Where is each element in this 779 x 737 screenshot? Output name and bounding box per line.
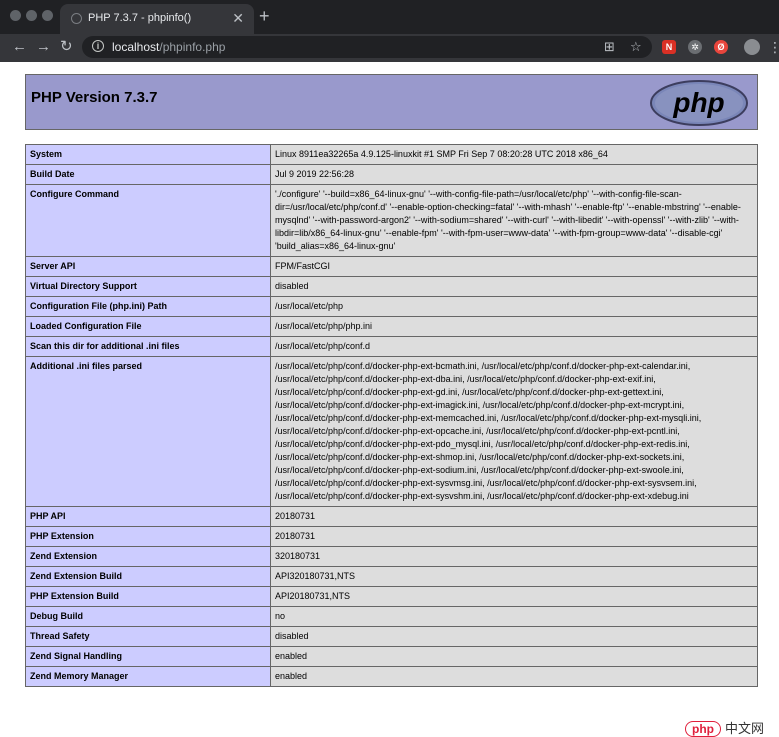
row-value: './configure' '--build=x86_64-linux-gnu'…: [270, 184, 758, 257]
table-row: Zend Signal Handling enabled: [25, 646, 758, 667]
table-row: Additional .ini files parsed/usr/local/e…: [25, 356, 758, 507]
row-value: API320180731,NTS: [270, 566, 758, 587]
table-row: PHP API 20180731: [25, 506, 758, 527]
back-arrow-icon[interactable]: ←: [12, 38, 27, 56]
row-key: Debug Build: [25, 606, 271, 627]
translate-icon[interactable]: ⊞: [604, 39, 615, 55]
logo-text: php: [672, 87, 724, 118]
row-key: PHP Extension Build: [25, 586, 271, 607]
browser-toolbar: ← → ↻ i localhost/phpinfo.php ⊞ ☆ N ✲ Ø …: [0, 34, 779, 62]
new-tab-button[interactable]: +: [259, 6, 270, 27]
kebab-menu-icon[interactable]: ⋮: [768, 39, 779, 55]
tab-close-icon[interactable]: ✕: [232, 10, 244, 27]
browser-tab[interactable]: PHP 7.3.7 - phpinfo() ✕: [60, 4, 254, 34]
row-key: Server API: [25, 256, 271, 277]
row-value: /usr/local/etc/php: [270, 296, 758, 317]
row-value: /usr/local/etc/php/php.ini: [270, 316, 758, 337]
table-row: Configure Command './configure' '--build=…: [25, 184, 758, 257]
row-key: Virtual Directory Support: [25, 276, 271, 297]
extension-icon-circle[interactable]: Ø: [714, 40, 728, 54]
row-value: API20180731,NTS: [270, 586, 758, 607]
table-row: Thread Safety disabled: [25, 626, 758, 647]
row-key: Scan this dir for additional .ini files: [25, 336, 271, 357]
page-title: PHP Version 7.3.7: [31, 89, 158, 106]
row-value: /usr/local/etc/php/conf.d: [270, 336, 758, 357]
row-value: Jul 9 2019 22:56:28: [270, 164, 758, 185]
row-value: Linux 8911ea32265a 4.9.125-linuxkit #1 S…: [270, 144, 758, 165]
row-key: Zend Extension: [25, 546, 271, 567]
tab-title: PHP 7.3.7 - phpinfo(): [88, 12, 192, 24]
row-key: Zend Extension Build: [25, 566, 271, 587]
row-value: 20180731: [270, 506, 758, 527]
row-key: System: [25, 144, 271, 165]
row-value: enabled: [270, 666, 758, 687]
reload-icon[interactable]: ↻: [60, 38, 73, 56]
phpinfo-page: PHP Version 7.3.7 php System Linux 8911ea…: [0, 62, 779, 737]
window-zoom-dot[interactable]: [42, 10, 53, 21]
table-row: Scan this dir for additional .ini files /…: [25, 336, 758, 357]
table-row: Zend Extension 320180731: [25, 546, 758, 567]
row-key: Zend Memory Manager: [25, 666, 271, 687]
row-value: no: [270, 606, 758, 627]
row-value: 320180731: [270, 546, 758, 567]
row-key: PHP API: [25, 506, 271, 527]
row-value: disabled: [270, 626, 758, 647]
row-value: 20180731: [270, 526, 758, 547]
url-host: localhost: [112, 40, 160, 54]
row-key: Configure Command: [25, 184, 271, 257]
table-row: System Linux 8911ea32265a 4.9.125-linuxki…: [25, 144, 758, 165]
row-value: enabled: [270, 646, 758, 667]
row-value: disabled: [270, 276, 758, 297]
watermark-text: 中文网: [725, 721, 765, 736]
php-logo-icon[interactable]: php: [649, 79, 749, 127]
address-bar[interactable]: i localhost/phpinfo.php ⊞ ☆: [82, 36, 652, 58]
window-minimize-dot[interactable]: [26, 10, 37, 21]
table-row: Loaded Configuration File/usr/local/etc/…: [25, 316, 758, 337]
table-row: Zend Extension Build API320180731,NTS: [25, 566, 758, 587]
row-value: /usr/local/etc/php/conf.d/docker-php-ext…: [270, 356, 758, 507]
url-text[interactable]: localhost/phpinfo.php: [112, 40, 225, 54]
window-close-dot[interactable]: [10, 10, 21, 21]
extension-gear-icon[interactable]: ✲: [688, 40, 702, 54]
row-key: Zend Signal Handling: [25, 646, 271, 667]
table-row: Configuration File (php.ini) Path/usr/lo…: [25, 296, 758, 317]
table-row: PHP Extension Build API20180731,NTS: [25, 586, 758, 607]
row-key: Configuration File (php.ini) Path: [25, 296, 271, 317]
table-row: Server API FPM/FastCGI: [25, 256, 758, 277]
browser-tab-bar: PHP 7.3.7 - phpinfo() ✕ +: [0, 0, 779, 34]
row-key: Build Date: [25, 164, 271, 185]
table-row: Zend Memory Manager enabled: [25, 666, 758, 687]
table-row: Debug Build no: [25, 606, 758, 627]
globe-icon: [71, 13, 82, 24]
site-info-icon[interactable]: i: [92, 40, 104, 52]
profile-avatar[interactable]: [744, 39, 760, 55]
row-key: Additional .ini files parsed: [25, 356, 271, 507]
watermark-badge: php: [685, 721, 721, 737]
row-key: Loaded Configuration File: [25, 316, 271, 337]
bookmark-star-icon[interactable]: ☆: [630, 39, 642, 55]
url-path: /phpinfo.php: [159, 40, 226, 54]
forward-arrow-icon[interactable]: →: [36, 38, 51, 56]
extension-icon-red[interactable]: N: [662, 40, 676, 54]
row-key: Thread Safety: [25, 626, 271, 647]
table-row: Virtual Directory Support disabled: [25, 276, 758, 297]
php-version-header: PHP Version 7.3.7 php: [25, 74, 758, 130]
table-row: PHP Extension 20180731: [25, 526, 758, 547]
row-key: PHP Extension: [25, 526, 271, 547]
row-value: FPM/FastCGI: [270, 256, 758, 277]
table-row: Build Date Jul 9 2019 22:56:28: [25, 164, 758, 185]
phpinfo-table: System Linux 8911ea32265a 4.9.125-linuxki…: [25, 144, 758, 687]
watermark: php 中文网: [685, 718, 764, 737]
